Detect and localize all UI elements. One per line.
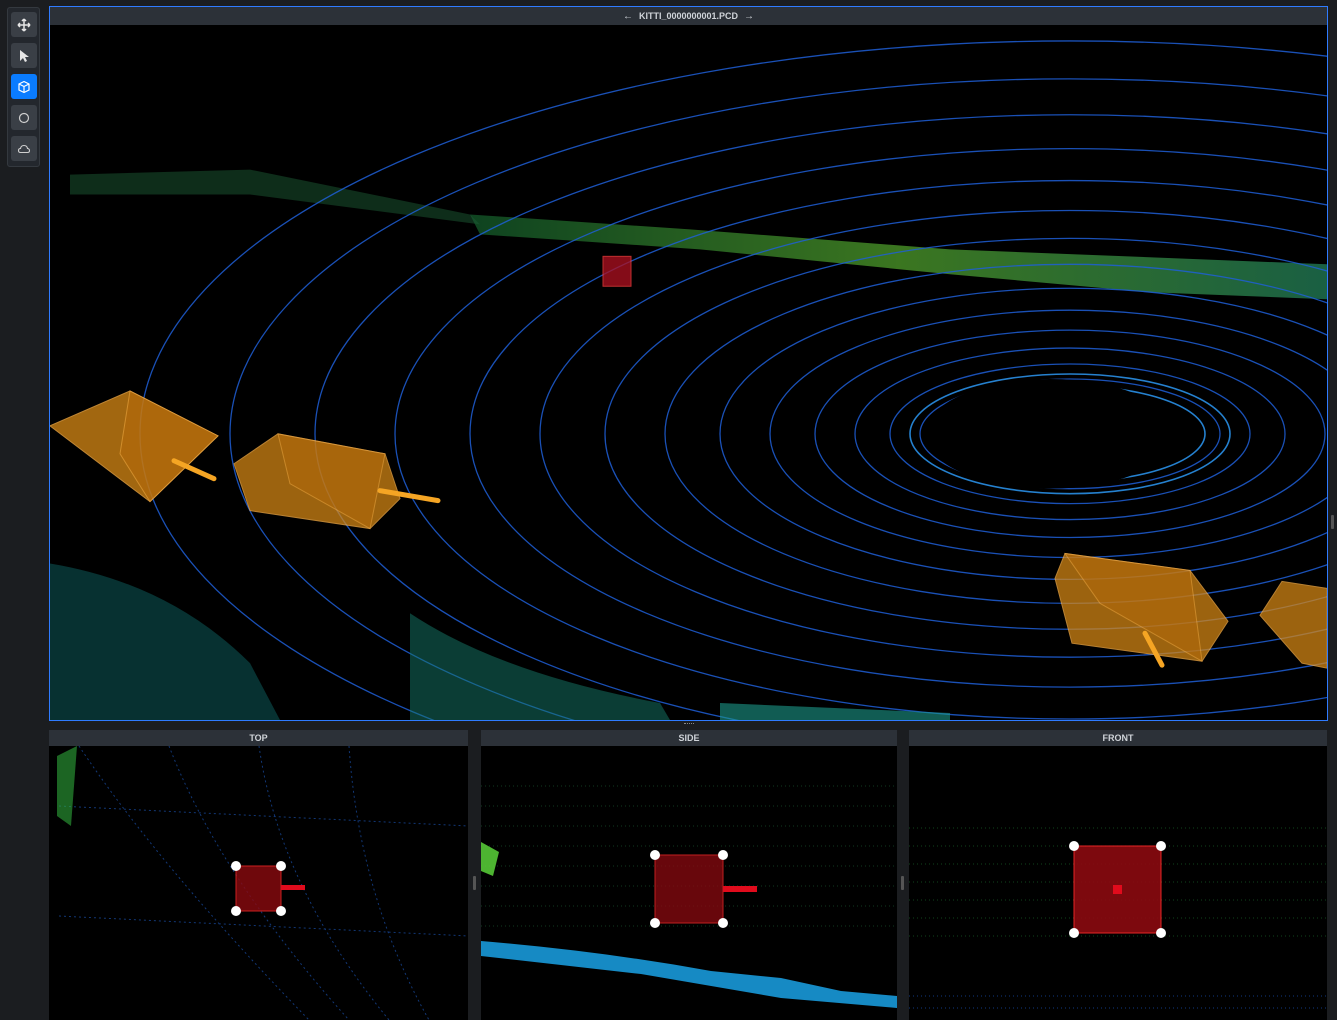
resize-handle[interactable] <box>473 876 476 890</box>
side-view-panel[interactable]: SIDE <box>481 730 897 1020</box>
top-view-title: TOP <box>249 733 268 743</box>
main-view-header: ← KITTI_0000000001.PCD → <box>50 7 1327 25</box>
point-cloud-scene[interactable] <box>50 25 1327 720</box>
side-view-title: SIDE <box>678 733 700 743</box>
front-view-canvas[interactable] <box>909 746 1327 1020</box>
resize-handle[interactable] <box>901 876 904 890</box>
cuboid-tool-button[interactable] <box>11 74 37 99</box>
selected-cuboid-front[interactable] <box>1069 841 1166 938</box>
move-arrows-icon <box>17 17 31 32</box>
front-view-title: FRONT <box>1102 733 1134 743</box>
cuboid-annotation[interactable] <box>1054 552 1229 668</box>
top-view-canvas[interactable] <box>49 746 468 1020</box>
circle-tool-button[interactable] <box>11 105 37 130</box>
front-view-panel[interactable]: FRONT <box>909 730 1327 1020</box>
front-view-header: FRONT <box>909 730 1327 746</box>
cloud-icon <box>17 144 31 153</box>
cuboid-annotation[interactable] <box>1259 580 1327 669</box>
main-3d-viewport[interactable]: ← KITTI_0000000001.PCD → <box>49 6 1328 721</box>
circle-icon <box>18 112 30 123</box>
move-tool-button[interactable] <box>11 12 37 37</box>
resize-handle[interactable] <box>684 723 694 727</box>
arrow-right-icon[interactable]: → <box>744 11 754 22</box>
resize-handle[interactable] <box>1331 515 1334 529</box>
top-view-panel[interactable]: TOP <box>49 730 468 1020</box>
selected-cuboid-side[interactable] <box>650 850 757 928</box>
top-view-header: TOP <box>49 730 468 746</box>
file-name: KITTI_0000000001.PCD <box>638 11 739 21</box>
select-tool-button[interactable] <box>11 43 37 68</box>
tool-palette <box>7 7 40 167</box>
side-view-canvas[interactable] <box>481 746 897 1020</box>
selected-cuboid-far[interactable] <box>602 255 632 287</box>
arrow-left-icon[interactable]: ← <box>623 11 633 22</box>
cuboid-annotation[interactable] <box>50 390 219 503</box>
cuboid-annotation[interactable] <box>233 433 441 530</box>
side-view-header: SIDE <box>481 730 897 746</box>
cloud-tool-button[interactable] <box>11 136 37 161</box>
cursor-icon <box>20 49 29 62</box>
cube-icon <box>18 80 30 93</box>
selected-cuboid-top[interactable] <box>231 861 305 916</box>
